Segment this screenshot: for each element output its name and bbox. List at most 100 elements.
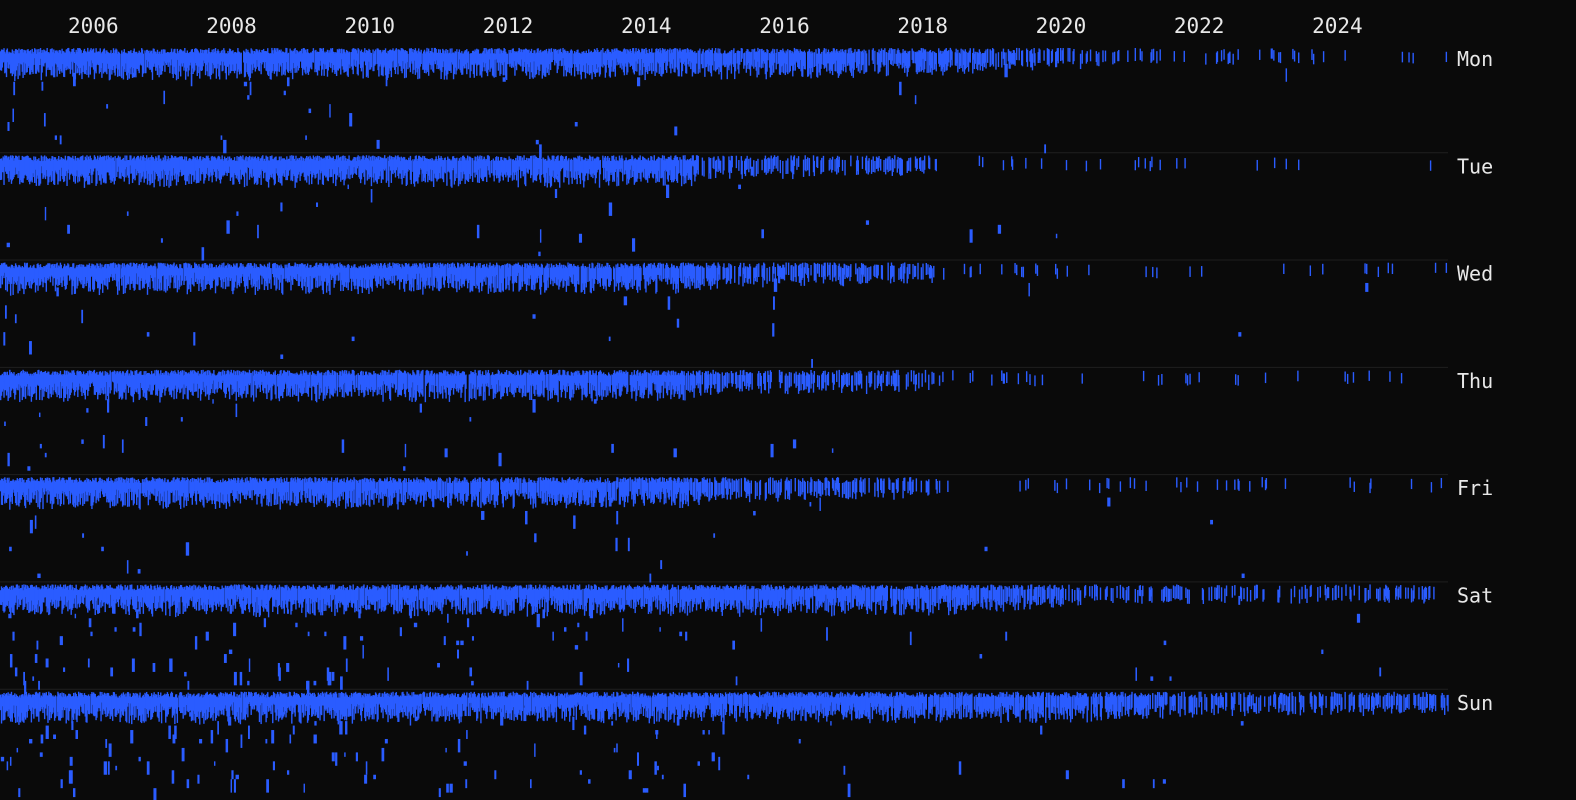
activity-mark	[858, 266, 860, 284]
activity-mark	[1256, 159, 1258, 171]
activity-mark	[1176, 158, 1178, 169]
activity-mark	[235, 403, 238, 418]
activity-mark	[791, 264, 793, 282]
activity-mark	[685, 373, 688, 390]
activity-mark	[668, 268, 670, 280]
activity-mark	[121, 439, 124, 453]
activity-mark	[758, 371, 760, 389]
activity-marks	[0, 47, 1449, 800]
activity-mark	[1434, 262, 1437, 273]
activity-mark	[927, 264, 929, 275]
activity-mark	[844, 264, 846, 279]
activity-mark	[1099, 159, 1102, 170]
activity-mark	[800, 374, 802, 391]
activity-mark	[991, 374, 993, 386]
activity-mark	[530, 155, 533, 176]
activity-mark	[578, 233, 583, 243]
activity-mark	[848, 372, 850, 386]
activity-mark	[856, 268, 859, 282]
activity-mark	[768, 374, 770, 394]
day-band-thu	[0, 369, 1403, 471]
activity-mark	[201, 247, 205, 261]
day-band-tue	[0, 155, 1432, 261]
activity-mark	[872, 156, 874, 172]
activity-mark	[1104, 50, 1107, 62]
activity-mark	[1067, 47, 1069, 62]
activity-mark	[236, 211, 239, 216]
activity-mark	[1152, 48, 1155, 61]
activity-mark	[593, 399, 597, 404]
activity-mark	[846, 373, 849, 388]
activity-mark	[788, 371, 791, 388]
activity-mark	[1152, 266, 1154, 278]
activity-mark	[1429, 160, 1432, 171]
activity-mark	[838, 369, 840, 388]
activity-mark	[544, 374, 546, 389]
activity-mark	[44, 206, 47, 221]
activity-mark	[928, 374, 930, 390]
activity-mark	[822, 370, 825, 389]
activity-mark	[1011, 159, 1014, 170]
activity-mark	[909, 157, 912, 172]
activity-mark	[354, 479, 356, 504]
activity-mark	[825, 375, 827, 391]
activity-mark	[773, 155, 776, 166]
activity-mark	[889, 159, 892, 171]
activity-mark	[732, 373, 734, 384]
activity-mark	[748, 158, 750, 173]
activity-mark	[821, 51, 823, 65]
activity-mark	[1003, 373, 1005, 384]
activity-mark	[699, 48, 701, 73]
activity-mark	[890, 375, 893, 387]
activity-mark	[308, 108, 312, 114]
activity-mark	[905, 374, 908, 390]
activity-mark	[1297, 370, 1299, 382]
activity-mark	[847, 265, 850, 277]
activity-mark	[840, 266, 842, 286]
activity-mark	[753, 160, 755, 177]
activity-mark	[992, 49, 995, 67]
activity-mark	[1059, 48, 1062, 62]
activity-mark	[700, 265, 702, 286]
activity-mark	[776, 48, 778, 65]
activity-mark	[719, 374, 721, 393]
activity-mark	[899, 53, 902, 65]
activity-mark	[469, 417, 472, 422]
activity-mark	[1003, 52, 1005, 66]
activity-mark	[777, 155, 779, 172]
day-band-mon	[0, 47, 1448, 158]
activity-mark	[787, 49, 789, 75]
activity-mark	[818, 375, 821, 390]
activity-mark	[395, 370, 398, 390]
activity-mark	[1055, 233, 1058, 239]
activity-mark	[1400, 373, 1403, 384]
activity-mark	[1232, 53, 1234, 65]
activity-mark	[895, 369, 898, 387]
activity-mark	[247, 95, 250, 100]
activity-mark	[764, 371, 767, 391]
activity-mark	[1352, 372, 1355, 383]
activity-mark	[724, 267, 726, 278]
activity-mark	[410, 160, 412, 185]
activity-mark	[935, 158, 937, 172]
activity-mark	[888, 371, 890, 385]
activity-mark	[571, 159, 573, 184]
punchcard-chart: 2006 2008 2010 2012 2014 2016 2018 2020 2022 2024…	[0, 0, 1576, 800]
activity-mark	[347, 184, 349, 190]
activity-mark	[1001, 51, 1003, 68]
activity-mark	[243, 81, 248, 87]
activity-mark	[865, 155, 868, 174]
activity-mark	[969, 372, 971, 384]
activity-mark	[1102, 50, 1104, 63]
activity-mark	[824, 262, 826, 280]
activity-mark	[1156, 267, 1158, 279]
activity-mark	[1089, 49, 1092, 62]
activity-mark	[969, 48, 971, 63]
activity-mark	[594, 266, 597, 279]
activity-mark	[81, 309, 84, 324]
activity-mark	[539, 229, 542, 243]
activity-mark	[489, 480, 491, 504]
activity-mark	[502, 265, 505, 292]
activity-mark	[855, 372, 858, 391]
activity-mark	[250, 372, 252, 398]
